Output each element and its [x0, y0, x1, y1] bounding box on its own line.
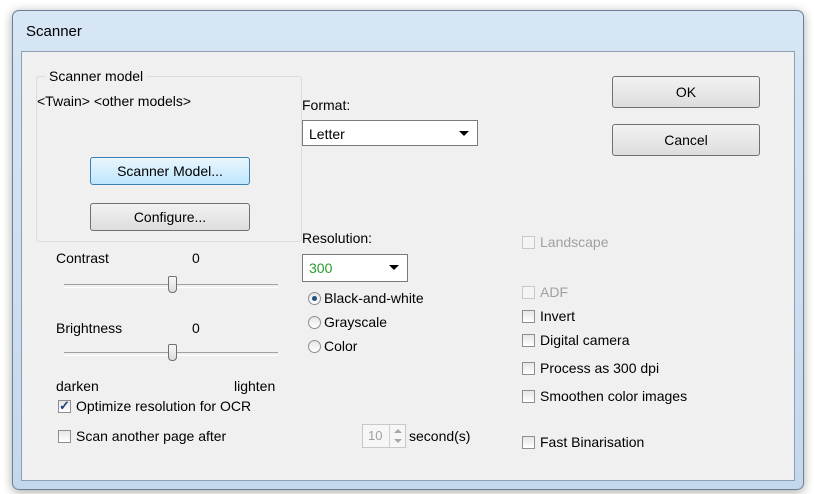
smoothen-checkbox[interactable]: [522, 390, 535, 403]
brightness-value: 0: [192, 320, 200, 336]
optimize-ocr-label[interactable]: Optimize resolution for OCR: [76, 398, 251, 414]
grayscale-label[interactable]: Grayscale: [324, 314, 387, 330]
spin-up-icon[interactable]: [394, 429, 402, 433]
fast-binarisation-label[interactable]: Fast Binarisation: [540, 434, 644, 450]
spin-down-icon[interactable]: [394, 439, 402, 443]
scanner-model-group-label: Scanner model: [45, 68, 148, 84]
ok-button[interactable]: OK: [612, 76, 760, 108]
configure-button[interactable]: Configure...: [90, 203, 250, 231]
adf-label[interactable]: ADF: [540, 284, 568, 300]
process-300-label[interactable]: Process as 300 dpi: [540, 360, 659, 376]
adf-checkbox[interactable]: [522, 286, 535, 299]
landscape-checkbox[interactable]: [522, 236, 535, 249]
seconds-spinner[interactable]: 10: [362, 424, 406, 448]
contrast-label: Contrast: [56, 250, 109, 266]
smoothen-label[interactable]: Smoothen color images: [540, 388, 687, 404]
resolution-value: 300: [309, 260, 333, 276]
dialog-body: Scanner model <Twain> <other models> Sca…: [21, 51, 795, 481]
black-and-white-label[interactable]: Black-and-white: [324, 290, 424, 306]
color-radio[interactable]: [308, 340, 321, 353]
darken-label: darken: [56, 378, 99, 394]
seconds-value: 10: [368, 428, 383, 443]
scanner-dialog: Scanner Scanner model <Twain> <other mod…: [12, 10, 804, 490]
seconds-unit-label: second(s): [409, 428, 471, 444]
title-bar[interactable]: Scanner: [13, 11, 803, 49]
contrast-slider-thumb[interactable]: [168, 276, 177, 293]
scan-another-checkbox[interactable]: [58, 430, 71, 443]
color-label[interactable]: Color: [324, 338, 357, 354]
digital-camera-checkbox[interactable]: [522, 334, 535, 347]
digital-camera-label[interactable]: Digital camera: [540, 332, 629, 348]
invert-checkbox[interactable]: [522, 310, 535, 323]
chevron-down-icon: [389, 265, 399, 270]
format-value: Letter: [309, 126, 345, 142]
scanner-model-button[interactable]: Scanner Model...: [90, 157, 250, 185]
format-dropdown[interactable]: Letter: [302, 120, 478, 146]
black-and-white-radio[interactable]: [308, 292, 321, 305]
resolution-label: Resolution:: [302, 230, 373, 246]
cancel-button[interactable]: Cancel: [612, 124, 760, 156]
grayscale-radio[interactable]: [308, 316, 321, 329]
landscape-label[interactable]: Landscape: [540, 234, 609, 250]
fast-binarisation-checkbox[interactable]: [522, 436, 535, 449]
spinner-buttons[interactable]: [389, 425, 405, 447]
window-title: Scanner: [26, 23, 82, 40]
format-label: Format:: [302, 97, 351, 113]
brightness-label: Brightness: [56, 320, 123, 336]
chevron-down-icon: [459, 131, 469, 136]
resolution-dropdown[interactable]: 300: [302, 254, 408, 282]
contrast-value: 0: [192, 250, 200, 266]
scanner-model-group: Scanner model <Twain> <other models> Sca…: [36, 68, 302, 242]
lighten-label: lighten: [234, 378, 276, 394]
brightness-slider-thumb[interactable]: [168, 344, 177, 361]
scanner-models-text: <Twain> <other models>: [37, 93, 192, 109]
scan-another-label[interactable]: Scan another page after: [76, 428, 226, 444]
invert-label[interactable]: Invert: [540, 308, 575, 324]
process-300-checkbox[interactable]: [522, 362, 535, 375]
optimize-ocr-checkbox[interactable]: [58, 398, 71, 414]
